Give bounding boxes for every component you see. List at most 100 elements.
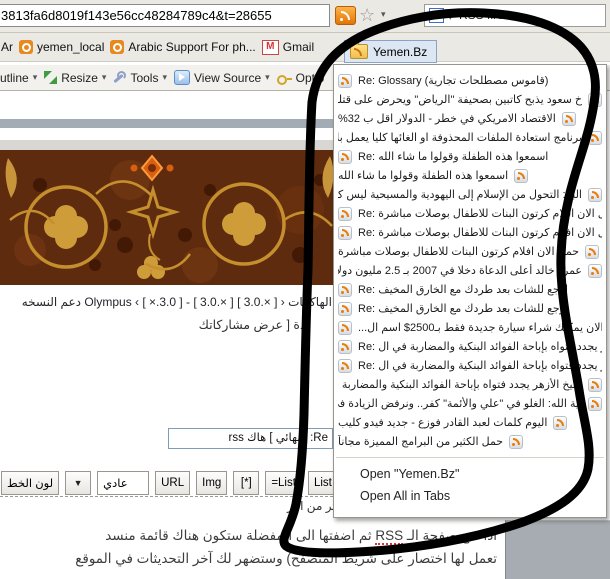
feed-menu-item[interactable]: Re: الأزهر يجدد فتواه بإباحة الفوائد الب… bbox=[334, 356, 606, 375]
editor-button[interactable]: لون الخط bbox=[1, 471, 60, 495]
view-your-posts-link[interactable]: بدة [ عرض مشاركاتك bbox=[0, 317, 310, 332]
search-query[interactable]: RSS firefox bbox=[459, 8, 520, 22]
feed-menu-item[interactable]: Re: حمل الان افلام كرتون البنات للاطفال … bbox=[334, 204, 606, 223]
rss-feed-icon bbox=[588, 377, 602, 392]
feed-menu-item[interactable]: Re: حمل الان افلام كرتون البنات للاطفال … bbox=[334, 223, 606, 242]
rss-feed-icon bbox=[588, 92, 602, 107]
feed-item-title: Re: ارجع للشات بعد طردك مع الخارق المخيف bbox=[358, 284, 569, 296]
combobox-arrow-button[interactable]: ▼ bbox=[65, 471, 92, 495]
chevron-down-icon: ▾ bbox=[101, 72, 107, 82]
search-input[interactable]: G ▾ RSS firefox bbox=[424, 4, 606, 27]
page-header-band bbox=[0, 119, 340, 128]
feed-menu-item[interactable]: حمل الان افلام كرتون البنات للاطفال بوصل… bbox=[334, 242, 606, 261]
devtoolbar-item[interactable]: View Source ▾ bbox=[173, 70, 270, 85]
feed-item-title: آية الله: الغلو في "علي والأئمة" كفر.. و… bbox=[338, 398, 582, 410]
rss-feed-icon bbox=[585, 244, 600, 259]
live-bookmark-dropdown-menu: Re: Glossary (قاموس مصطلحات تجارية) خ سعو… bbox=[333, 64, 607, 518]
feed-menu-item[interactable]: شيخ الأزهر يجدد فتواه بإباحة الفوائد الب… bbox=[334, 375, 606, 394]
bookmark-item[interactable]: yemen_local bbox=[19, 40, 104, 54]
feed-menu-item[interactable]: الاقتصاد الامريكي في خطر - الدولار اقل ب… bbox=[334, 109, 606, 128]
feed-item-title: عمرو خالد أعلى الدعاة دخلا في 2007 بـ 2.… bbox=[338, 265, 582, 277]
page-subheader-band bbox=[0, 140, 340, 150]
feed-menu-item[interactable]: Re: الأزهر يجدد فتواه بإباحة الفوائد الب… bbox=[334, 337, 606, 356]
feed-menu-item[interactable]: آية الله: الغلو في "علي والأئمة" كفر.. و… bbox=[334, 394, 606, 413]
editor-toolbar: لون الخط▼عاديURLImg[*]=ListListC bbox=[1, 470, 370, 496]
feed-menu-item[interactable]: ...الان يمكنك شراء سيارة جديدة فقط بـ250… bbox=[334, 318, 606, 337]
rss-feed-icon[interactable] bbox=[335, 6, 356, 25]
bookmark-label: Yemen.Bz bbox=[373, 44, 428, 59]
feed-item-title: البنا: التحول من الإسلام إلى اليهودية وا… bbox=[338, 189, 582, 201]
instructions-paragraph: اذا فتح صفحة الـ RSS ثم اضفتها الى المفض… bbox=[0, 524, 497, 570]
rss-feed-icon bbox=[338, 225, 352, 240]
feed-menu-item[interactable]: برنامج استعادة الملفات المحذوفة او الغائ… bbox=[334, 128, 606, 147]
feed-item-title: شيخ الأزهر يجدد فتواه بإباحة الفوائد الب… bbox=[338, 379, 582, 391]
feed-item-title: Re: الأزهر يجدد فتواه بإباحة الفوائد الب… bbox=[358, 341, 602, 353]
editor-button[interactable]: [*] bbox=[233, 471, 260, 495]
bookmark-label: yemen_local bbox=[37, 40, 105, 54]
bookmarks-toolbar: Ar yemen_local Arabic Support For ph... M Gm… bbox=[0, 33, 610, 62]
feed-item-title: برنامج استعادة الملفات المحذوفة او الغائ… bbox=[338, 132, 582, 144]
screenshot-root: 3813fa6d8019f143e56cc48284789c4&t=28655 … bbox=[0, 0, 610, 579]
feed-item-list: Re: Glossary (قاموس مصطلحات تجارية) خ سعو… bbox=[334, 71, 606, 451]
editor-button[interactable]: Img bbox=[196, 471, 228, 495]
feed-item-title: الاقتصاد الامريكي في خطر - الدولار اقل ب… bbox=[338, 113, 556, 125]
bookmark-item[interactable]: M Gmail bbox=[261, 39, 315, 55]
bookmark-item[interactable]: Ar bbox=[1, 40, 13, 54]
devtoolbar-item[interactable]: Resize ▾ bbox=[44, 71, 106, 85]
devtoolbar-item[interactable]: Optio bbox=[276, 70, 325, 85]
feed-item-title: اسمعوا هذه الطفلة وقولوا ما شاء الله bbox=[338, 170, 509, 182]
bookmark-yemen-bz-button[interactable]: Yemen.Bz bbox=[344, 40, 438, 63]
live-bookmark-folder-icon bbox=[350, 41, 368, 59]
chevron-down-icon: ▾ bbox=[32, 72, 38, 82]
feed-menu-item[interactable]: خ سعود يذبح كاتبين بصحيفة "الرياض" ويحرض… bbox=[334, 90, 606, 109]
open-all-in-tabs-menu-item[interactable]: Open All in Tabs bbox=[334, 485, 606, 507]
editor-button[interactable]: =List bbox=[265, 471, 302, 495]
feed-menu-item[interactable]: Re: اسمعوا هذه الطفلة وقولوا ما شاء الله bbox=[334, 147, 606, 166]
feed-menu-item[interactable]: Re: ارجع للشات بعد طردك مع الخارق المخيف bbox=[334, 299, 606, 318]
rss-feed-icon bbox=[338, 320, 352, 335]
rss-feed-icon bbox=[588, 187, 602, 202]
chevron-down-icon[interactable]: ▾ bbox=[448, 12, 453, 23]
google-icon[interactable]: G bbox=[429, 8, 444, 23]
feed-item-title: Re: حمل الان افلام كرتون البنات للاطفال … bbox=[358, 208, 602, 220]
chevron-down-icon[interactable]: ▾ bbox=[381, 9, 386, 20]
feed-menu-item[interactable]: Re: ارجع للشات بعد طردك مع الخارق المخيف bbox=[334, 280, 606, 299]
devtoolbar-item[interactable]: Tools ▾ bbox=[113, 71, 167, 85]
open-feed-menu-item[interactable]: Open "Yemen.Bz" bbox=[334, 463, 606, 485]
feed-menu-item[interactable]: عمرو خالد أعلى الدعاة دخلا في 2007 بـ 2.… bbox=[334, 261, 606, 280]
bookmark-item[interactable]: Arabic Support For ph... bbox=[110, 40, 256, 54]
gmail-icon: M bbox=[261, 39, 279, 55]
menu-separator bbox=[336, 457, 604, 458]
rss-feed-icon bbox=[509, 434, 524, 449]
devtoolbar-item-label: Tools bbox=[130, 70, 159, 85]
feed-menu-item[interactable]: اليوم كلمات لعبد القادر فوزع - جديد فيدو… bbox=[334, 413, 606, 432]
feed-item-title: ...الان يمكنك شراء سيارة جديدة فقط بـ250… bbox=[358, 322, 602, 334]
bookmark-label: Arabic Support For ph... bbox=[128, 40, 256, 54]
feed-menu-item[interactable]: البنا: التحول من الإسلام إلى اليهودية وا… bbox=[334, 185, 606, 204]
chevron-down-icon: ▾ bbox=[265, 72, 270, 82]
window-edge-block bbox=[505, 520, 610, 579]
footer-text: تعمل لها اختصار على شريط المتصفح) وستضهر… bbox=[75, 551, 497, 566]
footer-text: اذا فتح صفحة الـ bbox=[403, 528, 497, 543]
editor-button[interactable]: URL bbox=[155, 471, 191, 495]
feed-menu-item[interactable]: حمل الكثير من البرامج المميزة مجاناً bbox=[334, 432, 606, 451]
chevron-down-icon: ▾ bbox=[162, 72, 167, 82]
feed-item-title: Re: الأزهر يجدد فتواه بإباحة الفوائد الب… bbox=[358, 360, 602, 372]
font-style-combobox[interactable]: عادي bbox=[97, 471, 150, 495]
rss-feed-icon bbox=[514, 168, 529, 183]
url-input[interactable]: 3813fa6d8019f143e56cc48284789c4&t=28655 bbox=[0, 4, 330, 27]
rss-feed-icon bbox=[588, 263, 602, 278]
post-title-input[interactable]: Re: [ نهائي ] هاك rss bbox=[168, 428, 333, 449]
devtoolbar-item-label: Optio bbox=[295, 70, 325, 85]
wrench-icon bbox=[113, 71, 127, 84]
feed-menu-item[interactable]: Re: Glossary (قاموس مصطلحات تجارية) bbox=[334, 71, 606, 90]
feed-menu-item[interactable]: اسمعوا هذه الطفلة وقولوا ما شاء الله bbox=[334, 166, 606, 185]
footer-text: ثم اضفتها الى المفضلة ستكون هناك قائمة م… bbox=[105, 528, 376, 543]
bookmark-star-icon[interactable]: ☆ bbox=[359, 3, 375, 27]
rss-feed-icon bbox=[338, 149, 352, 164]
feed-item-title: حمل الكثير من البرامج المميزة مجاناً bbox=[338, 436, 504, 448]
breadcrumb[interactable]: الهاكــات ‹ [ ×.3.0 ] Olympus ‹ [ ×.3.0 … bbox=[0, 295, 332, 309]
devtoolbar-item[interactable]: utline ▾ bbox=[0, 71, 37, 85]
bookmark-label: Gmail bbox=[282, 40, 315, 54]
feed-item-title: حمل الان افلام كرتون البنات للاطفال بوصل… bbox=[338, 246, 580, 258]
